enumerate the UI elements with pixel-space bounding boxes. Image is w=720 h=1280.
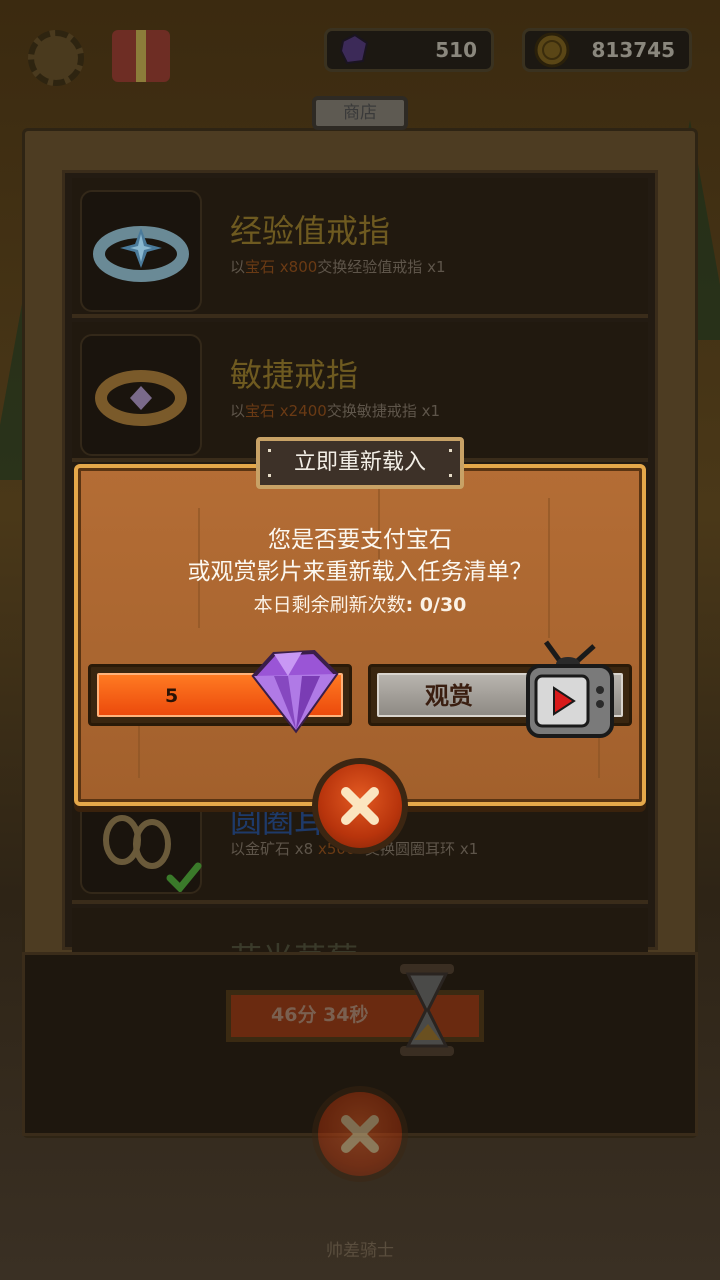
gift-icon[interactable] [112, 30, 170, 82]
gold-ring-icon [95, 370, 187, 426]
item-description: 以宝石 x2400交换敏捷戒指 x1 [230, 402, 441, 420]
item-description: 以宝石 x800交换经验值戒指 x1 [230, 258, 446, 276]
silver-ring-icon [93, 226, 189, 282]
coin-icon [534, 32, 570, 68]
close-icon [341, 787, 379, 825]
hourglass-icon [400, 964, 454, 1056]
shop-item-row[interactable]: 经验值戒指 以宝石 x800交换经验值戒指 x1 [72, 178, 648, 318]
coin-count: 813745 [591, 38, 676, 62]
item-title: 经验值戒指 [230, 212, 391, 250]
gem-count: 510 [435, 38, 477, 62]
shop-tab[interactable]: 商店 [312, 96, 408, 130]
close-dialog-button[interactable] [312, 758, 408, 854]
gem-icon [339, 33, 369, 65]
settings-gear-icon[interactable] [28, 30, 84, 86]
item-title: 敏捷戒指 [230, 356, 359, 394]
item-slot [80, 190, 202, 312]
tv-icon [526, 640, 614, 738]
dialog-message-line2: 或观赏影片来重新载入任务清单？ [187, 559, 533, 585]
gem-counter: 510 [324, 28, 494, 72]
reload-dialog [74, 464, 646, 806]
dialog-message-line1: 您是否要支付宝石 [268, 527, 452, 553]
close-shop-button[interactable] [312, 1086, 408, 1182]
refresh-count-text: 本日剩余刷新次数: 0/30 [253, 594, 467, 616]
close-icon [341, 1115, 379, 1153]
shop-item-row[interactable]: 荧光草莓 [72, 908, 648, 978]
dialog-title: 立即重新载入 [256, 437, 464, 489]
item-slot [80, 334, 202, 456]
checkmark-icon [166, 862, 202, 892]
footer-label: 帅差骑士 [326, 1241, 394, 1261]
coin-counter: 813745 [522, 28, 692, 72]
gem-icon [251, 649, 339, 734]
